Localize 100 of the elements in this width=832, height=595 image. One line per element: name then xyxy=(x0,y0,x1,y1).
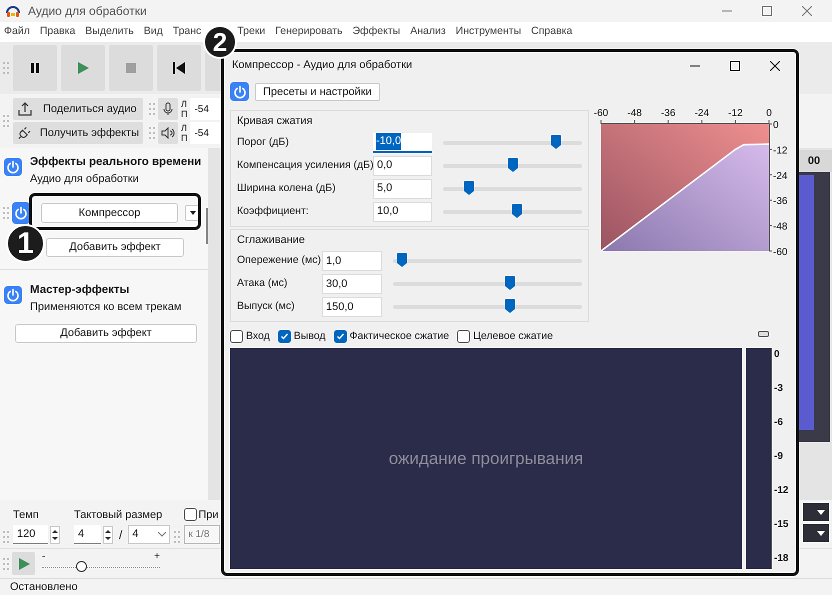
tick-label: -48 xyxy=(773,222,788,233)
meter-reading: -54 xyxy=(194,126,209,140)
parameter-label: Ширина колена (дБ) xyxy=(237,180,337,196)
play-at-speed-button[interactable] xyxy=(12,552,35,575)
channel-label: П xyxy=(181,133,188,143)
power-icon xyxy=(6,160,20,174)
status-text: Остановлено xyxy=(10,580,78,595)
number-field[interactable]: 30,0 xyxy=(322,274,382,294)
spinner-icon[interactable] xyxy=(50,526,60,544)
window-title: Аудио для обработки xyxy=(28,3,147,20)
checkbox-label: Вывод xyxy=(294,329,326,344)
check-icon xyxy=(280,332,289,342)
speaker-button[interactable] xyxy=(158,122,178,144)
checkbox[interactable] xyxy=(184,508,198,522)
stop-icon xyxy=(125,62,137,74)
plug-icon xyxy=(17,125,32,141)
power-icon xyxy=(232,84,246,98)
grip-icon[interactable] xyxy=(149,126,155,140)
number-field[interactable]: 5,0 xyxy=(373,178,432,198)
add-effect-button[interactable]: Добавить эффект xyxy=(15,324,197,342)
slider-thumb[interactable] xyxy=(508,158,518,172)
menu-item[interactable]: Анализ xyxy=(410,24,446,40)
maximize-icon[interactable] xyxy=(730,60,740,70)
menu-item[interactable]: Треки xyxy=(237,24,266,40)
field-value: 5,0 xyxy=(377,181,392,196)
dropdown[interactable]: к 1/8 xyxy=(184,525,220,544)
tick-label: -12 xyxy=(728,108,743,119)
scale-label: -6 xyxy=(774,416,784,429)
speed-slider-thumb[interactable] xyxy=(76,560,87,572)
menu-item[interactable]: Инструменты xyxy=(456,24,522,40)
scrollbar-thumb[interactable] xyxy=(206,208,208,244)
group-title: Кривая сжатия xyxy=(237,114,314,129)
number-field[interactable]: -10,0 xyxy=(373,132,432,152)
number-field[interactable]: 0,0 xyxy=(373,156,432,176)
microphone-button[interactable] xyxy=(158,98,178,120)
grip-icon[interactable] xyxy=(3,61,9,75)
power-button[interactable] xyxy=(12,202,30,224)
presets-button[interactable]: Пресеты и настройки xyxy=(255,82,380,100)
menu-item[interactable]: Вид xyxy=(144,24,163,40)
upload-icon xyxy=(17,101,33,117)
meter-handle[interactable] xyxy=(758,331,769,337)
menu-item[interactable]: Справка xyxy=(531,24,572,40)
parameter-label: Атака (мс) xyxy=(237,276,288,292)
checkbox[interactable] xyxy=(278,330,291,344)
field-label: Темп xyxy=(13,508,40,522)
channel-label: П xyxy=(181,109,188,119)
minus-label: - xyxy=(42,550,46,564)
scale-label: -9 xyxy=(774,450,784,463)
slider-thumb[interactable] xyxy=(505,299,516,313)
pause-button[interactable] xyxy=(13,45,57,91)
channel-label: Л xyxy=(181,99,188,109)
menu-item[interactable]: Эффекты xyxy=(352,24,400,40)
slider-thumb[interactable] xyxy=(464,180,474,194)
number-field[interactable]: 10,0 xyxy=(373,202,432,222)
get-effects-button[interactable]: Получить эффекты xyxy=(13,122,143,144)
slider-thumb[interactable] xyxy=(505,276,516,290)
spinner-icon[interactable] xyxy=(103,526,113,544)
effect-button[interactable]: Компрессор xyxy=(41,202,178,223)
share-audio-button[interactable]: Поделиться аудио xyxy=(13,98,143,120)
dropdown[interactable]: 4 xyxy=(128,525,170,544)
skip-to-start-button[interactable] xyxy=(157,45,201,91)
slider-thumb[interactable] xyxy=(512,204,522,218)
menu-item[interactable]: Выделить xyxy=(85,24,134,40)
checkbox[interactable] xyxy=(230,330,243,344)
app-logo-icon xyxy=(6,5,20,17)
grip-icon[interactable] xyxy=(149,102,155,116)
close-icon[interactable] xyxy=(770,60,780,70)
track-dropdown[interactable] xyxy=(803,524,829,542)
checkbox[interactable] xyxy=(457,330,470,344)
tick-label: 0 xyxy=(773,120,779,131)
grip-icon[interactable] xyxy=(3,556,9,570)
checkbox-label: Фактическое сжатие xyxy=(350,329,450,344)
field-value: 150,0 xyxy=(326,300,354,315)
checkbox[interactable] xyxy=(334,330,347,344)
slider-thumb[interactable] xyxy=(550,134,561,148)
slider-thumb[interactable] xyxy=(397,253,408,267)
parameter-label: Коэффициент: xyxy=(237,204,310,219)
grip-icon[interactable] xyxy=(174,530,180,544)
tick-label: -36 xyxy=(773,196,788,208)
group-title: Сглаживание xyxy=(237,232,306,248)
display-message: ожидание проигрывания xyxy=(388,448,584,470)
field-value: 4 xyxy=(78,526,84,542)
menu-item[interactable]: Файл xyxy=(4,24,30,40)
number-field[interactable]: 150,0 xyxy=(322,297,382,317)
menu-item[interactable]: Генерировать xyxy=(275,24,342,40)
menu-item[interactable]: Правка xyxy=(40,24,76,40)
timeline-ruler[interactable]: 00 xyxy=(796,150,832,172)
number-field[interactable]: 4 xyxy=(74,525,101,544)
number-field[interactable]: 1,0 xyxy=(322,251,382,271)
menu-item[interactable]: Транс xyxy=(172,24,202,40)
grip-icon[interactable] xyxy=(3,530,9,544)
field-value: 30,0 xyxy=(326,276,348,292)
add-effect-button[interactable]: Добавить эффект xyxy=(46,238,184,257)
checkbox-label: Целевое сжатие xyxy=(473,329,553,344)
scale-label: -15 xyxy=(774,518,788,531)
number-field[interactable]: 120 xyxy=(13,525,48,544)
grip-icon[interactable] xyxy=(3,206,9,220)
grip-icon[interactable] xyxy=(3,114,9,128)
track-dropdown[interactable] xyxy=(803,503,829,521)
power-icon xyxy=(14,206,28,220)
